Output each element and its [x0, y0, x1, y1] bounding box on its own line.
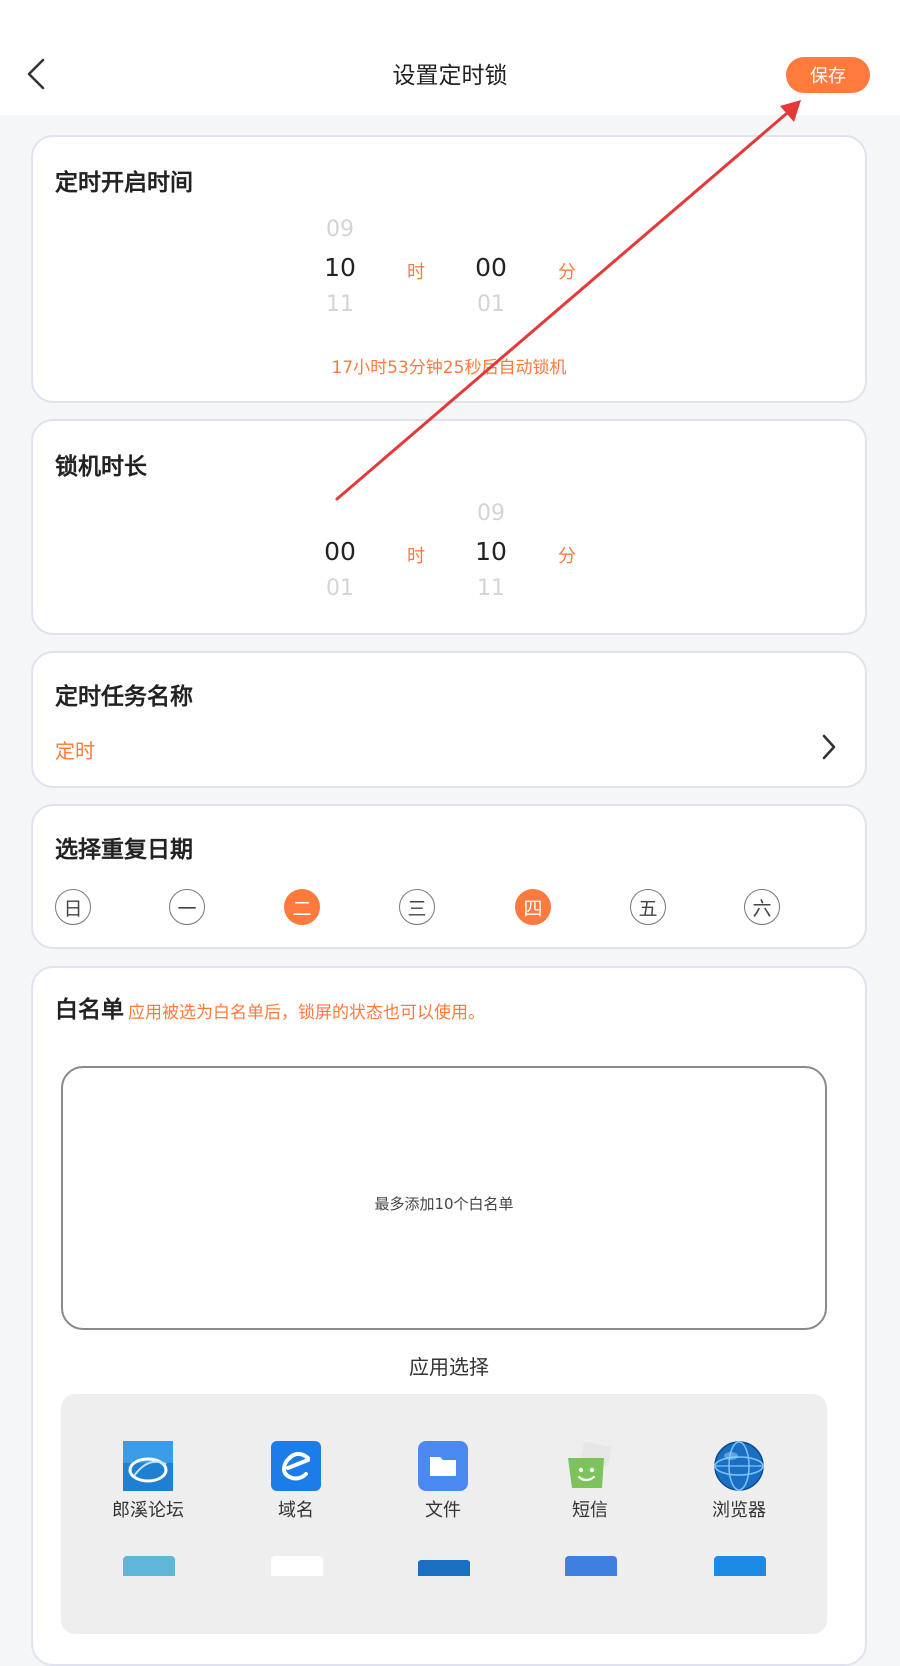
app-item-files[interactable]: 文件 [378, 1440, 508, 1522]
start-time-card: 定时开启时间 09 10 11 时 00 01 分 17小时53分钟25秒后自动… [31, 135, 867, 403]
task-name-title: 定时任务名称 [55, 684, 193, 710]
app-label: 郎溪论坛 [112, 1500, 184, 1521]
task-name-value: 定时 [55, 739, 95, 763]
picker-prev-value: 09 [326, 217, 354, 242]
day-tuesday[interactable]: 二 [284, 889, 320, 925]
app-label: 浏览器 [712, 1500, 766, 1521]
picker-selected-value: 00 [324, 537, 356, 566]
picker-selected-value: 00 [475, 253, 507, 282]
whitelist-title: 白名单 [55, 997, 124, 1023]
whitelist-drop-area: 最多添加10个白名单 [61, 1066, 827, 1330]
task-name-card[interactable]: 定时任务名称 定时 [31, 651, 867, 788]
app-item-partial[interactable] [123, 1556, 175, 1576]
whitelist-card: 白名单 应用被选为白名单后，锁屏的状态也可以使用。 最多添加10个白名单 应用选… [31, 966, 867, 1666]
app-item-partial[interactable] [271, 1556, 323, 1576]
repeat-days-card: 选择重复日期 日 一 二 三 四 五 六 [31, 804, 867, 949]
globe-icon [714, 1441, 764, 1491]
app-label: 文件 [425, 1500, 461, 1521]
app-item-browser[interactable]: 浏览器 [674, 1440, 804, 1522]
day-saturday[interactable]: 六 [744, 889, 780, 925]
app-item-domain[interactable]: 域名 [231, 1440, 361, 1522]
picker-next-value: 01 [477, 292, 505, 317]
page-title: 设置定时锁 [392, 63, 508, 89]
app-select-label: 应用选择 [409, 1355, 489, 1379]
day-sunday[interactable]: 日 [55, 889, 91, 925]
domain-icon [271, 1441, 321, 1491]
forum-icon [123, 1441, 173, 1491]
picker-selected-value: 10 [324, 253, 356, 282]
save-button[interactable]: 保存 [786, 57, 870, 93]
folder-icon [418, 1441, 468, 1491]
app-item-partial[interactable] [418, 1560, 470, 1576]
lock-duration-card: 锁机时长 00 01 时 09 10 11 分 [31, 419, 867, 635]
app-item-forum[interactable]: 郎溪论坛 [83, 1440, 213, 1522]
picker-next-value: 01 [326, 576, 354, 601]
minute-unit-label: 分 [558, 262, 576, 283]
app-item-partial[interactable] [565, 1556, 617, 1576]
lock-duration-title: 锁机时长 [55, 454, 147, 480]
message-icon [568, 1441, 612, 1488]
countdown-text: 17小时53分钟25秒后自动锁机 [331, 358, 567, 378]
day-thursday[interactable]: 四 [515, 889, 551, 925]
start-time-title: 定时开启时间 [55, 170, 193, 196]
app-label: 域名 [278, 1500, 314, 1521]
picker-prev-value: 09 [477, 501, 505, 526]
day-friday[interactable]: 五 [630, 889, 666, 925]
day-wednesday[interactable]: 三 [399, 889, 435, 925]
picker-next-value: 11 [326, 292, 354, 317]
minute-unit-label: 分 [558, 546, 576, 567]
app-item-messages[interactable]: 短信 [525, 1440, 655, 1522]
hour-unit-label: 时 [407, 262, 425, 283]
picker-selected-value: 10 [475, 537, 507, 566]
picker-next-value: 11 [477, 576, 505, 601]
app-label: 短信 [572, 1500, 608, 1521]
day-monday[interactable]: 一 [169, 889, 205, 925]
whitelist-note: 应用被选为白名单后，锁屏的状态也可以使用。 [128, 1003, 485, 1023]
header-bar: 设置定时锁 保存 [0, 0, 900, 115]
whitelist-empty-hint: 最多添加10个白名单 [374, 1195, 514, 1213]
repeat-days-title: 选择重复日期 [55, 837, 193, 863]
chevron-right-icon[interactable] [819, 731, 839, 763]
app-grid: 郎溪论坛 域名 文件 短信 浏览器 [61, 1394, 827, 1634]
hour-unit-label: 时 [407, 546, 425, 567]
app-item-partial[interactable] [714, 1556, 766, 1576]
